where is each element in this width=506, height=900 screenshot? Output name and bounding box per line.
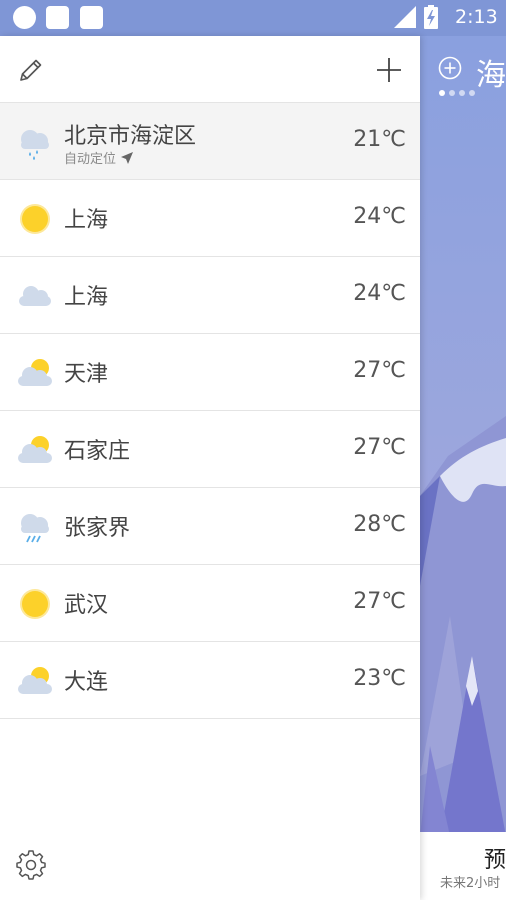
cloud-rain-icon xyxy=(21,514,49,543)
city-temperature: 24℃ xyxy=(353,281,406,306)
battery-charging-icon xyxy=(424,5,438,29)
city-name: 北京市海淀区 xyxy=(64,124,197,149)
city-temperature: 24℃ xyxy=(353,204,406,229)
city-temperature: 27℃ xyxy=(353,435,406,460)
page-dot xyxy=(449,90,455,96)
forecast-subtitle: 未来2小时 xyxy=(440,876,501,891)
city-name: 武汉 xyxy=(64,593,109,618)
add-city-circle-icon[interactable] xyxy=(438,56,462,80)
sun-icon xyxy=(20,204,50,234)
page-dot xyxy=(439,90,445,96)
pencil-icon[interactable] xyxy=(17,56,45,84)
current-city-title: 海 xyxy=(476,58,506,93)
city-temperature: 23℃ xyxy=(353,666,406,691)
auto-location-text: 自动定位 xyxy=(64,152,117,167)
city-row[interactable]: 武汉 27℃ xyxy=(0,565,420,642)
page-dot xyxy=(459,90,465,96)
sun-icon xyxy=(20,589,50,619)
plus-icon[interactable] xyxy=(374,55,404,85)
drawer-header xyxy=(0,36,420,103)
city-row[interactable]: 张家界 28℃ xyxy=(0,488,420,565)
status-bar: 2:13 xyxy=(0,0,506,36)
city-name: 张家界 xyxy=(64,516,131,541)
auto-location-label: 自动定位 xyxy=(64,148,134,167)
city-drawer: 北京市海淀区 自动定位 21℃ 上海 24℃ 上海 24℃ 天津 27℃ 石家庄… xyxy=(0,36,420,900)
city-temperature: 27℃ xyxy=(353,358,406,383)
notification-square-icon xyxy=(80,6,103,29)
gear-icon[interactable] xyxy=(16,850,46,880)
city-row[interactable]: 上海 24℃ xyxy=(0,180,420,257)
city-temperature: 21℃ xyxy=(353,127,406,152)
city-list: 北京市海淀区 自动定位 21℃ 上海 24℃ 上海 24℃ 天津 27℃ 石家庄… xyxy=(0,103,420,719)
weather-main-panel[interactable]: 海 预 未来2小时 xyxy=(420,36,506,900)
city-row[interactable]: 大连 23℃ xyxy=(0,642,420,719)
city-row[interactable]: 上海 24℃ xyxy=(0,257,420,334)
cloud-icon xyxy=(19,286,51,306)
partly-cloudy-icon xyxy=(18,667,52,694)
city-row-current-location[interactable]: 北京市海淀区 自动定位 21℃ xyxy=(0,103,420,180)
city-row[interactable]: 天津 27℃ xyxy=(0,334,420,411)
location-arrow-icon xyxy=(121,152,134,164)
city-name: 上海 xyxy=(64,285,109,310)
city-name: 石家庄 xyxy=(64,439,131,464)
page-dot xyxy=(469,90,475,96)
notification-circle-icon xyxy=(13,6,36,29)
city-name: 天津 xyxy=(64,362,109,387)
city-temperature: 27℃ xyxy=(353,589,406,614)
partly-cloudy-icon xyxy=(18,436,52,463)
partly-cloudy-icon xyxy=(18,359,52,386)
status-time: 2:13 xyxy=(455,6,498,28)
forecast-card[interactable]: 预 未来2小时 xyxy=(420,832,506,900)
city-name: 大连 xyxy=(64,670,109,695)
signal-icon xyxy=(394,6,416,28)
forecast-title: 预 xyxy=(484,848,506,873)
city-name: 上海 xyxy=(64,208,109,233)
notification-square-icon xyxy=(46,6,69,29)
mountain-illustration xyxy=(420,416,506,836)
city-temperature: 28℃ xyxy=(353,512,406,537)
city-row[interactable]: 石家庄 27℃ xyxy=(0,411,420,488)
page-indicator xyxy=(439,90,475,96)
cloud-rain-icon xyxy=(21,130,49,160)
